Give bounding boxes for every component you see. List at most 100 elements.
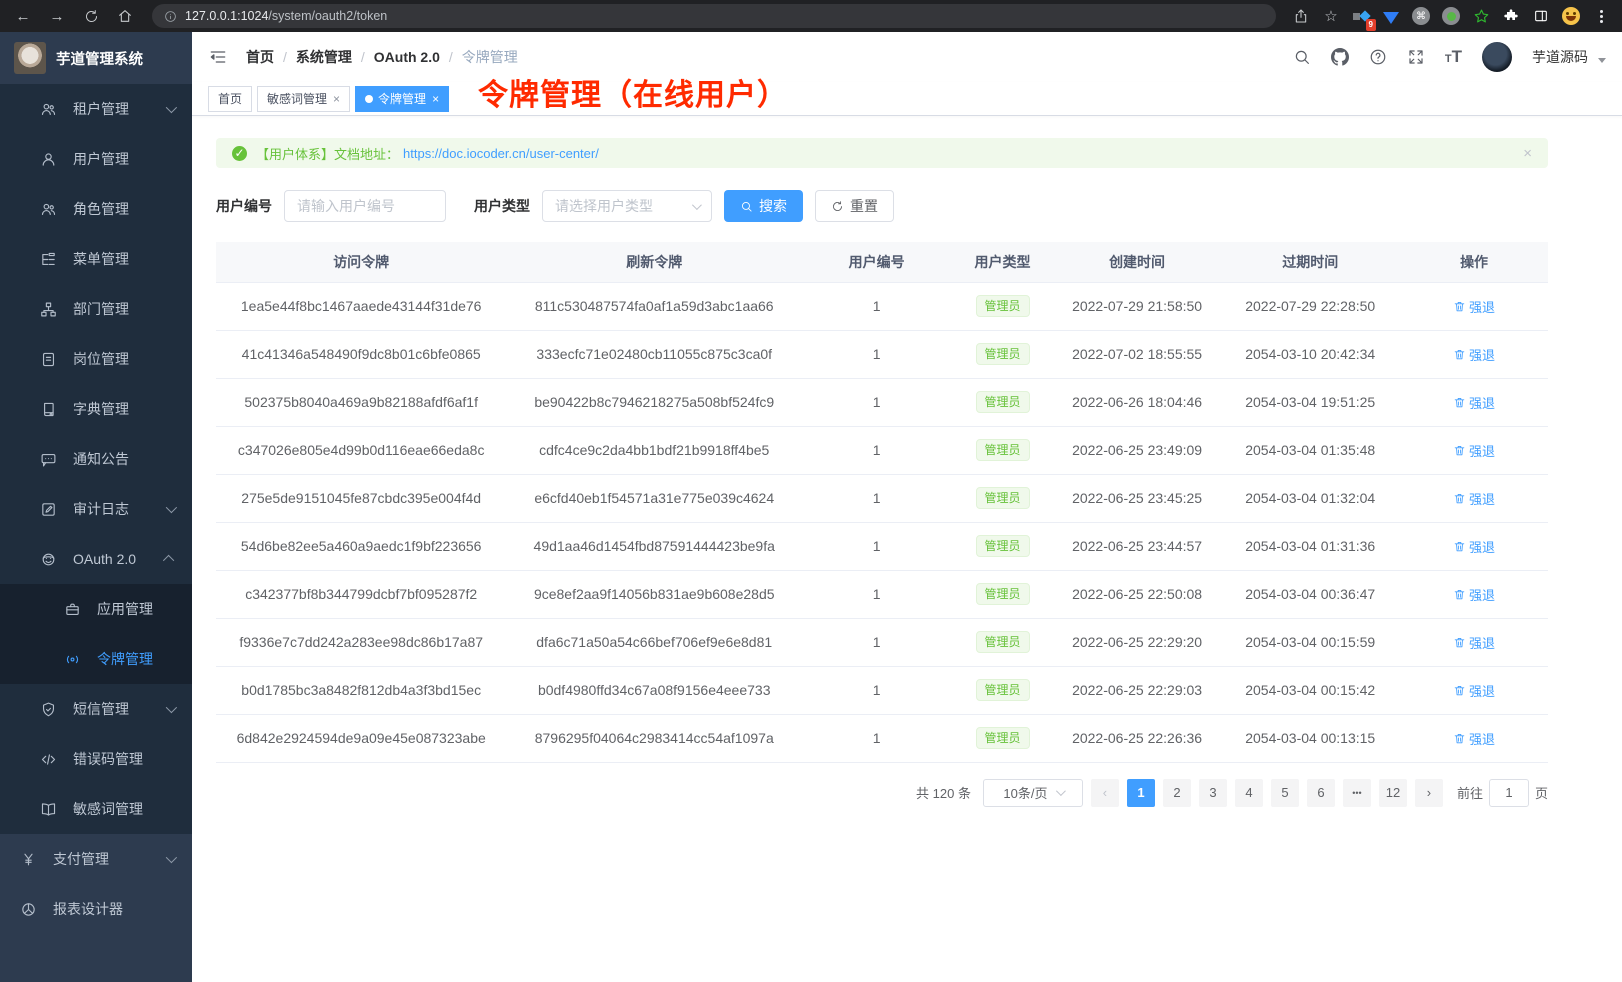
share-icon[interactable] [1290, 5, 1312, 27]
force-logout-label: 强退 [1469, 393, 1495, 412]
logo-bar[interactable]: 芋道管理系统 [0, 32, 192, 84]
tab-首页[interactable]: 首页 [208, 86, 252, 112]
doc-link[interactable]: https://doc.iocoder.cn/user-center/ [403, 146, 599, 161]
sidebar-item-支付管理[interactable]: 支付管理 [0, 834, 192, 884]
sidebar-item-通知公告[interactable]: 通知公告 [0, 434, 192, 484]
force-logout-button[interactable]: 强退 [1453, 297, 1495, 316]
refresh-token-cell: 49d1aa46d1454fbd87591444423be9fa [506, 522, 802, 570]
reset-button[interactable]: 重置 [815, 190, 894, 222]
breadcrumb-item[interactable]: 系统管理 [296, 47, 352, 67]
tab-close-icon[interactable]: × [332, 92, 340, 106]
bookmark-star-icon[interactable]: ☆ [1320, 5, 1342, 27]
breadcrumb-item[interactable]: 首页 [246, 47, 274, 67]
force-logout-button[interactable]: 强退 [1453, 633, 1495, 652]
extension-puzzle-icon[interactable] [1500, 5, 1522, 27]
sidebar-toggle-icon[interactable] [208, 47, 228, 67]
breadcrumb-item[interactable]: OAuth 2.0 [374, 49, 440, 65]
extension-star-icon[interactable] [1470, 5, 1492, 27]
sidebar-item-报表设计器[interactable]: 报表设计器 [0, 884, 192, 934]
force-logout-button[interactable]: 强退 [1453, 585, 1495, 604]
sidebar-item-敏感词管理[interactable]: 敏感词管理 [0, 784, 192, 834]
force-logout-button[interactable]: 强退 [1453, 729, 1495, 748]
extension-tampermonkey-icon[interactable]: 9 [1350, 5, 1372, 27]
search-button[interactable]: 搜索 [724, 190, 803, 222]
github-icon[interactable] [1331, 48, 1349, 66]
trash-icon [1453, 492, 1466, 505]
alert-close-icon[interactable]: × [1523, 145, 1532, 162]
sidebar-item-label: 岗位管理 [73, 349, 129, 369]
sidebar-item-label: 应用管理 [97, 599, 153, 619]
browser-reload-icon[interactable] [78, 3, 104, 29]
prev-page-button[interactable]: ‹ [1091, 779, 1119, 807]
logo-image [14, 42, 46, 74]
font-size-icon[interactable]: TT [1445, 47, 1462, 67]
sidebar-item-审计日志[interactable]: 审计日志 [0, 484, 192, 534]
extension-recorder-icon[interactable] [1440, 5, 1462, 27]
page-ellipsis[interactable]: ••• [1343, 779, 1371, 807]
column-header: 创建时间 [1054, 242, 1221, 282]
action-cell: 强退 [1400, 426, 1548, 474]
sidebar-item-岗位管理[interactable]: 岗位管理 [0, 334, 192, 384]
extension-emoji-icon[interactable] [1560, 5, 1582, 27]
sidebar-item-字典管理[interactable]: 字典管理 [0, 384, 192, 434]
user-icon [40, 151, 57, 168]
tab-令牌管理[interactable]: 令牌管理 × [355, 86, 449, 112]
help-icon[interactable] [1369, 48, 1387, 66]
page-button-4[interactable]: 4 [1235, 779, 1263, 807]
next-page-button[interactable]: › [1415, 779, 1443, 807]
force-logout-button[interactable]: 强退 [1453, 489, 1495, 508]
sidebar-item-租户管理[interactable]: 租户管理 [0, 84, 192, 134]
search-icon [740, 200, 753, 213]
page-button-3[interactable]: 3 [1199, 779, 1227, 807]
chevron-down-icon [166, 702, 177, 713]
force-logout-button[interactable]: 强退 [1453, 681, 1495, 700]
goto-page-input[interactable] [1489, 779, 1529, 807]
page-button-6[interactable]: 6 [1307, 779, 1335, 807]
sidebar-item-错误码管理[interactable]: 错误码管理 [0, 734, 192, 784]
username[interactable]: 芋道源码 [1532, 47, 1588, 67]
search-icon[interactable] [1293, 48, 1311, 66]
user-type-select[interactable]: 请选择用户类型 [542, 190, 712, 222]
sidebar-item-菜单管理[interactable]: 菜单管理 [0, 234, 192, 284]
tab-label: 令牌管理 [378, 90, 426, 107]
page-size-select[interactable]: 10条/页 [983, 779, 1083, 807]
sidebar-item-部门管理[interactable]: 部门管理 [0, 284, 192, 334]
browser-back-icon[interactable]: ← [10, 3, 36, 29]
refresh-token-cell: b0df4980ffd34c67a08f9156e4eee733 [506, 666, 802, 714]
create-time-cell: 2022-06-25 23:45:25 [1054, 474, 1221, 522]
site-info-icon[interactable] [164, 10, 177, 23]
expire-time-cell: 2054-03-04 00:15:42 [1220, 666, 1400, 714]
user-id-cell: 1 [802, 330, 951, 378]
page-button-5[interactable]: 5 [1271, 779, 1299, 807]
user-id-input[interactable] [284, 190, 446, 222]
sidebar-item-应用管理[interactable]: 应用管理 [0, 584, 192, 634]
sidebar-item-OAuth 2.0[interactable]: OAuth 2.0 [0, 534, 192, 584]
page-button-12[interactable]: 12 [1379, 779, 1407, 807]
page-button-1[interactable]: 1 [1127, 779, 1155, 807]
sidebar-item-短信管理[interactable]: 短信管理 [0, 684, 192, 734]
force-logout-button[interactable]: 强退 [1453, 345, 1495, 364]
extension-command-icon[interactable]: ⌘ [1410, 5, 1432, 27]
refresh-token-cell: dfa6c71a50a54c66bef706ef9e6e8d81 [506, 618, 802, 666]
sidebar-item-用户管理[interactable]: 用户管理 [0, 134, 192, 184]
force-logout-button[interactable]: 强退 [1453, 441, 1495, 460]
action-cell: 强退 [1400, 522, 1548, 570]
tab-close-icon[interactable]: × [431, 92, 439, 106]
fullscreen-icon[interactable] [1407, 48, 1425, 66]
avatar[interactable] [1482, 42, 1512, 72]
tab-敏感词管理[interactable]: 敏感词管理× [257, 86, 350, 112]
page-button-2[interactable]: 2 [1163, 779, 1191, 807]
sidebar-item-角色管理[interactable]: 角色管理 [0, 184, 192, 234]
extension-gem-icon[interactable] [1380, 5, 1402, 27]
browser-menu-icon[interactable] [1590, 5, 1612, 27]
force-logout-button[interactable]: 强退 [1453, 537, 1495, 556]
trash-icon [1453, 300, 1466, 313]
force-logout-button[interactable]: 强退 [1453, 393, 1495, 412]
table-row: 502375b8040a469a9b82188afdf6af1fbe90422b… [216, 378, 1548, 426]
browser-home-icon[interactable] [112, 3, 138, 29]
extension-sidepanel-icon[interactable] [1530, 5, 1552, 27]
sidebar-item-令牌管理[interactable]: 令牌管理 [0, 634, 192, 684]
browser-forward-icon[interactable]: → [44, 3, 70, 29]
user-menu-caret-icon[interactable] [1598, 58, 1606, 63]
url-bar[interactable]: 127.0.0.1:1024/system/oauth2/token [152, 4, 1276, 28]
